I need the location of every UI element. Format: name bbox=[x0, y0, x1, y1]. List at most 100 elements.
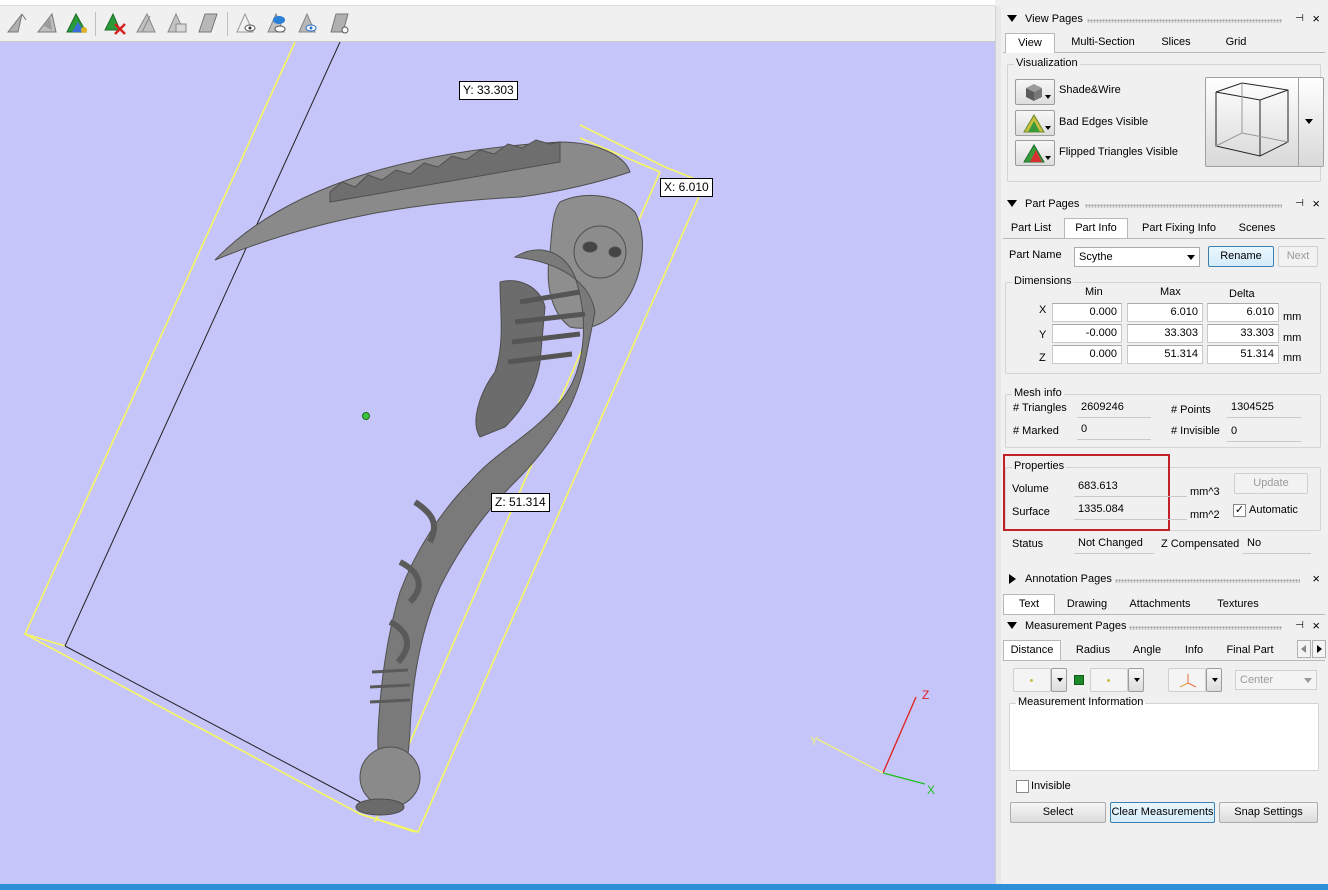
center-select[interactable]: Center bbox=[1235, 670, 1317, 690]
dimension-z-min: 0.000 bbox=[1052, 345, 1122, 364]
status-label: Status bbox=[1012, 538, 1044, 550]
drag-handle[interactable] bbox=[1087, 19, 1282, 23]
tab-text[interactable]: Text bbox=[1003, 594, 1055, 614]
bounding-box-back-edges bbox=[64, 42, 361, 803]
point-mode-2-button[interactable] bbox=[1090, 668, 1128, 692]
surface-label: Surface bbox=[1012, 506, 1050, 518]
pin-icon[interactable]: ⊣ bbox=[1295, 13, 1304, 24]
view-orientation-button[interactable] bbox=[1205, 77, 1324, 167]
update-button[interactable]: Update bbox=[1234, 473, 1308, 494]
collapse-icon[interactable] bbox=[1007, 622, 1017, 629]
close-icon[interactable]: × bbox=[1312, 618, 1320, 633]
view-pages-title: View Pages bbox=[1025, 13, 1083, 25]
marking-toolbar bbox=[0, 6, 995, 42]
tab-textures[interactable]: Textures bbox=[1213, 595, 1263, 615]
measurement-pages-header[interactable]: Measurement Pages ⊣ × bbox=[1001, 618, 1328, 636]
axis-label-y: Y bbox=[810, 734, 819, 748]
axis-label-z: Z bbox=[922, 688, 930, 702]
expand-icon[interactable] bbox=[1009, 574, 1016, 584]
tab-part-list[interactable]: Part List bbox=[1007, 219, 1055, 239]
shade-wire-button[interactable] bbox=[1015, 79, 1055, 105]
hide-icon[interactable] bbox=[295, 10, 321, 36]
mark-shell-icon[interactable] bbox=[34, 10, 60, 36]
bad-edges-button[interactable] bbox=[1015, 110, 1055, 136]
drag-handle[interactable] bbox=[1115, 579, 1300, 583]
tab-scroll-left-icon[interactable] bbox=[1297, 640, 1311, 658]
unmark-icon[interactable] bbox=[102, 10, 128, 36]
status-bar bbox=[0, 884, 1328, 890]
tab-multi-section[interactable]: Multi-Section bbox=[1067, 33, 1139, 53]
collapse-icon[interactable] bbox=[1007, 200, 1017, 207]
shell-visibility-icon[interactable] bbox=[264, 10, 290, 36]
tab-distance[interactable]: Distance bbox=[1003, 640, 1061, 660]
section-icon[interactable] bbox=[326, 10, 352, 36]
close-icon[interactable]: × bbox=[1312, 11, 1320, 26]
volume-unit: mm^3 bbox=[1190, 486, 1220, 498]
status-value: Not Changed bbox=[1074, 535, 1154, 554]
rename-button[interactable]: Rename bbox=[1208, 246, 1274, 267]
pin-icon[interactable]: ⊣ bbox=[1295, 620, 1304, 631]
pin-icon[interactable]: ⊣ bbox=[1295, 198, 1304, 209]
part-pages-header[interactable]: Part Pages ⊣ × bbox=[1001, 196, 1328, 214]
dimension-unit-z: mm bbox=[1283, 352, 1302, 364]
tab-part-info[interactable]: Part Info bbox=[1064, 218, 1128, 238]
clear-measurements-button[interactable]: Clear Measurements bbox=[1110, 802, 1215, 823]
tab-scroll-right-icon[interactable] bbox=[1312, 640, 1326, 658]
chevron-down-icon bbox=[1212, 678, 1218, 682]
automatic-checkbox[interactable]: ✓ bbox=[1233, 504, 1246, 517]
tab-attachments[interactable]: Attachments bbox=[1127, 595, 1193, 615]
dimension-y-max: 33.303 bbox=[1127, 324, 1203, 343]
annotation-pages-header[interactable]: Annotation Pages × bbox=[1001, 571, 1328, 589]
invert-marking-icon[interactable] bbox=[133, 10, 159, 36]
tab-info[interactable]: Info bbox=[1179, 641, 1209, 661]
tab-view[interactable]: View bbox=[1005, 33, 1055, 53]
marked-label: # Marked bbox=[1013, 425, 1059, 437]
tab-drawing[interactable]: Drawing bbox=[1063, 595, 1111, 615]
tab-part-fixing-info[interactable]: Part Fixing Info bbox=[1138, 219, 1220, 239]
shade-wire-label: Shade&Wire bbox=[1059, 84, 1121, 96]
next-button[interactable]: Next bbox=[1278, 246, 1318, 267]
point-mode-2-dropdown[interactable] bbox=[1128, 668, 1144, 692]
tab-radius[interactable]: Radius bbox=[1073, 641, 1113, 661]
bad-edges-label: Bad Edges Visible bbox=[1059, 116, 1149, 128]
point-mode-1-dropdown[interactable] bbox=[1051, 668, 1067, 692]
measurement-information-group: Measurement Information bbox=[1009, 696, 1319, 771]
view-pages-header[interactable]: View Pages ⊣ × bbox=[1001, 11, 1328, 29]
drag-handle[interactable] bbox=[1085, 204, 1282, 208]
mark-plane-icon[interactable] bbox=[64, 10, 90, 36]
invisible-checkbox[interactable] bbox=[1016, 780, 1029, 793]
axes-icon bbox=[1179, 674, 1197, 688]
dimension-label-y: Y: 33.303 bbox=[459, 81, 518, 100]
tab-angle[interactable]: Angle bbox=[1129, 641, 1165, 661]
mark-triangle-icon[interactable] bbox=[4, 10, 30, 36]
collapse-icon[interactable] bbox=[1007, 15, 1017, 22]
measure-axes-dropdown[interactable] bbox=[1206, 668, 1222, 692]
measure-axes-button[interactable] bbox=[1168, 668, 1206, 692]
invisible-label: # Invisible bbox=[1171, 425, 1220, 437]
drag-handle[interactable] bbox=[1129, 626, 1282, 630]
annotation-pages-title: Annotation Pages bbox=[1025, 573, 1112, 585]
visibility-toggle-icon[interactable] bbox=[233, 10, 259, 36]
chevron-down-icon bbox=[1187, 255, 1195, 260]
point-icon bbox=[1107, 679, 1110, 682]
scene-canvas bbox=[23, 42, 926, 833]
part-name-select[interactable]: Scythe bbox=[1074, 247, 1200, 267]
tab-scenes[interactable]: Scenes bbox=[1235, 219, 1279, 239]
chevron-down-icon bbox=[1134, 678, 1140, 682]
point-mode-1-button[interactable] bbox=[1013, 668, 1051, 692]
dimension-y-delta: 33.303 bbox=[1207, 324, 1279, 343]
flipped-triangles-button[interactable] bbox=[1015, 140, 1055, 166]
tab-slices[interactable]: Slices bbox=[1157, 33, 1195, 53]
3d-viewport[interactable]: Y: 33.303 X: 6.010 Z: 51.314 Z Y X bbox=[0, 42, 995, 884]
select-button[interactable]: Select bbox=[1010, 802, 1106, 823]
volume-label: Volume bbox=[1012, 483, 1049, 495]
mesh-info-title: Mesh info bbox=[1012, 387, 1064, 399]
tab-grid[interactable]: Grid bbox=[1219, 33, 1253, 53]
close-icon[interactable]: × bbox=[1312, 571, 1320, 586]
view-cube-icon bbox=[1215, 82, 1289, 157]
tab-final-part[interactable]: Final Part bbox=[1223, 641, 1277, 661]
snap-settings-button[interactable]: Snap Settings bbox=[1219, 802, 1318, 823]
close-icon[interactable]: × bbox=[1312, 196, 1320, 211]
mark-surface-icon[interactable] bbox=[195, 10, 221, 36]
shell-marking-icon[interactable] bbox=[164, 10, 190, 36]
